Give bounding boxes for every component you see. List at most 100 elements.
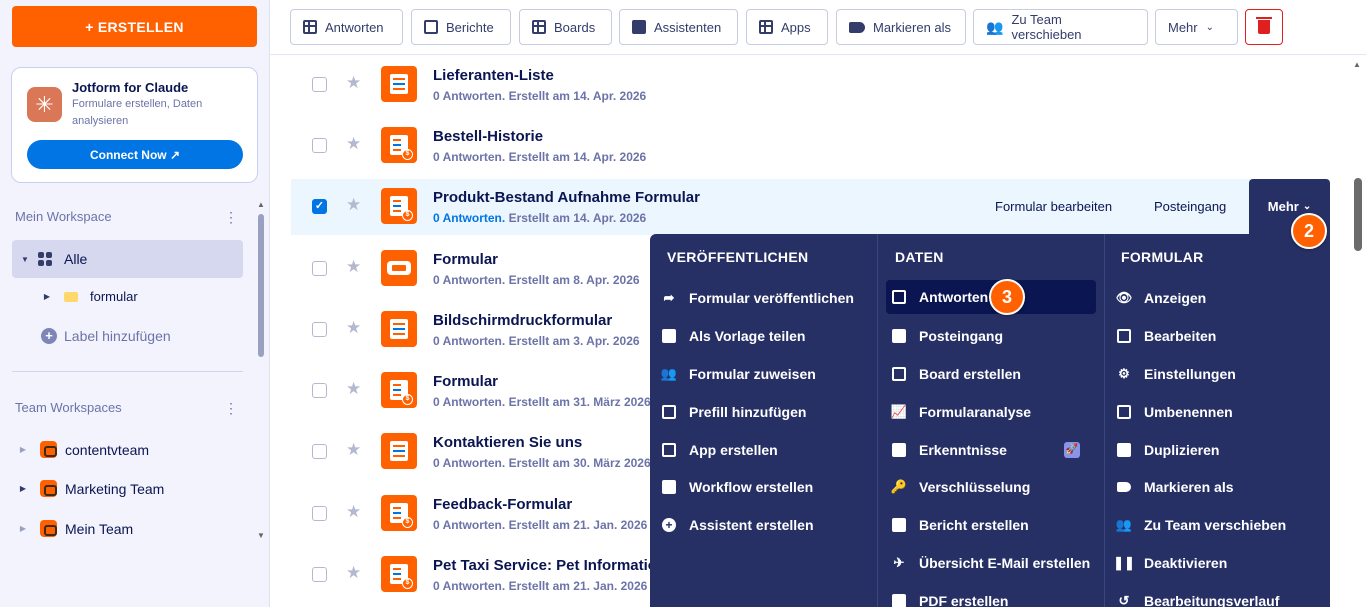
caret-right-icon[interactable]: ▶ xyxy=(42,292,52,301)
caret-right-icon[interactable]: ▶ xyxy=(18,524,28,533)
row-checkbox[interactable] xyxy=(312,77,327,92)
chevron-down-icon: ⌄ xyxy=(1302,201,1312,212)
form-responses: 0 Antworten. xyxy=(433,273,506,287)
row-checkbox-checked[interactable]: ✓ xyxy=(312,199,327,214)
boards-button[interactable]: Boards xyxy=(519,9,612,45)
page-scroll-up-icon[interactable]: ▲ xyxy=(1353,60,1361,69)
edit-form-button[interactable]: Formular bearbeiten xyxy=(995,199,1112,214)
caret-right-icon[interactable]: ▶ xyxy=(18,445,28,454)
row-checkbox[interactable] xyxy=(312,383,327,398)
delete-button[interactable] xyxy=(1245,9,1283,45)
workspace-all-label: Alle xyxy=(64,251,88,267)
menu-item-duplicate[interactable]: Duplizieren xyxy=(1117,433,1219,467)
menu-item-move-to-team[interactable]: 👥 Zu Team verschieben xyxy=(1116,508,1287,542)
team-item[interactable]: ▶ Marketing Team xyxy=(18,480,164,497)
menu-item-insights[interactable]: Erkenntnisse 🚀 xyxy=(892,433,1092,467)
star-icon[interactable]: ★ xyxy=(346,563,361,583)
add-label-button[interactable]: + Label hinzufügen xyxy=(41,328,171,344)
caret-down-icon[interactable]: ▼ xyxy=(20,255,30,264)
connect-now-button[interactable]: Connect Now ↗ xyxy=(27,140,243,169)
menu-item-publish-form[interactable]: ➦ Formular veröffentlichen xyxy=(662,281,854,315)
responses-button[interactable]: Antworten xyxy=(290,9,403,45)
row-checkbox[interactable] xyxy=(312,261,327,276)
form-title[interactable]: Lieferanten-Liste xyxy=(433,67,554,84)
menu-item-create-assistant[interactable]: + Assistent erstellen xyxy=(662,508,814,542)
star-icon[interactable]: ★ xyxy=(346,379,361,399)
form-meta: 0 Antworten. Erstellt am 30. März 2026 xyxy=(433,456,651,470)
create-button[interactable]: + ERSTELLEN xyxy=(12,6,257,47)
star-icon[interactable]: ★ xyxy=(346,318,361,338)
menu-item-label: Bearbeiten xyxy=(1144,328,1217,344)
menu-item-create-pdf[interactable]: PDF erstellen xyxy=(892,584,1008,607)
form-responses-link[interactable]: 0 Antworten. xyxy=(433,211,505,225)
apps-button[interactable]: Apps xyxy=(746,9,828,45)
assistants-button[interactable]: Assistenten xyxy=(619,9,738,45)
form-title[interactable]: Kontaktieren Sie uns xyxy=(433,434,582,451)
form-row-selected[interactable]: ✓ ★ $ Produkt-Bestand Aufnahme Formular … xyxy=(291,179,1330,235)
star-icon[interactable]: ★ xyxy=(346,257,361,277)
form-title[interactable]: Produkt-Bestand Aufnahme Formular xyxy=(433,189,700,206)
star-icon[interactable]: ★ xyxy=(346,195,361,215)
row-checkbox[interactable] xyxy=(312,322,327,337)
menu-item-deactivate[interactable]: ❚❚ Deaktivieren xyxy=(1113,546,1227,580)
menu-item-revision-history[interactable]: ↺ Bearbeitungsverlauf xyxy=(1117,584,1280,607)
menu-item-create-report[interactable]: Bericht erstellen xyxy=(892,508,1029,542)
star-icon[interactable]: ★ xyxy=(346,502,361,522)
menu-item-label: App erstellen xyxy=(689,442,778,458)
menu-item-form-analytics[interactable]: 📈 Formularanalyse xyxy=(891,395,1031,429)
form-title[interactable]: Feedback-Formular xyxy=(433,496,572,513)
step-marker-3: 3 xyxy=(989,279,1025,315)
form-title[interactable]: Bestell-Historie xyxy=(433,128,543,145)
sidebar-scrollbar[interactable] xyxy=(258,214,264,357)
menu-item-prefill[interactable]: Prefill hinzufügen xyxy=(662,395,806,429)
form-title[interactable]: Formular xyxy=(433,373,498,390)
menu-item-settings[interactable]: ⚙ Einstellungen xyxy=(1117,357,1236,391)
scroll-up-icon[interactable]: ▲ xyxy=(257,200,265,209)
star-icon[interactable]: ★ xyxy=(346,134,361,154)
team-item[interactable]: ▶ contentvteam xyxy=(18,441,149,458)
row-checkbox[interactable] xyxy=(312,506,327,521)
form-row[interactable]: ★ $ Bestell-Historie 0 Antworten. Erstel… xyxy=(291,118,1329,173)
row-checkbox[interactable] xyxy=(312,138,327,153)
form-icon xyxy=(381,311,417,347)
my-workspace-menu-icon[interactable]: ⋮ xyxy=(224,210,238,224)
workspace-all-item[interactable]: ▼ Alle xyxy=(12,240,243,278)
team-workspaces-menu-icon[interactable]: ⋮ xyxy=(224,401,238,415)
inbox-button[interactable]: Posteingang xyxy=(1154,199,1226,214)
folder-item[interactable]: ▶ formular xyxy=(42,289,138,304)
history-icon: ↺ xyxy=(1118,593,1130,607)
menu-item-inbox[interactable]: Posteingang xyxy=(892,319,1003,353)
form-title[interactable]: Bildschirmdruckformular xyxy=(433,312,612,329)
menu-item-view[interactable]: 👁 Anzeigen xyxy=(1116,281,1206,315)
page-scrollbar[interactable] xyxy=(1354,178,1362,251)
star-icon[interactable]: ★ xyxy=(346,73,361,93)
form-title[interactable]: Formular xyxy=(433,251,498,268)
more-button[interactable]: Mehr ⌄ xyxy=(1155,9,1238,45)
menu-item-mark-as[interactable]: Markieren als xyxy=(1117,470,1234,504)
reports-button[interactable]: Berichte xyxy=(411,9,511,45)
menu-item-rename[interactable]: Umbenennen xyxy=(1117,395,1233,429)
menu-item-create-board[interactable]: Board erstellen xyxy=(892,357,1021,391)
scroll-down-icon[interactable]: ▼ xyxy=(257,531,265,540)
menu-item-assign-form[interactable]: 👥 Formular zuweisen xyxy=(661,357,816,391)
menu-item-create-workflow[interactable]: Workflow erstellen xyxy=(662,470,813,504)
caret-right-icon[interactable]: ▶ xyxy=(18,484,28,493)
menu-item-label: Zu Team verschieben xyxy=(1144,517,1287,533)
data-heading: DATEN xyxy=(895,249,944,265)
menu-item-create-app[interactable]: App erstellen xyxy=(662,433,778,467)
menu-item-share-template[interactable]: Als Vorlage teilen xyxy=(662,319,805,353)
menu-item-create-email-digest[interactable]: ✈ Übersicht E-Mail erstellen xyxy=(892,546,1091,580)
mark-as-button[interactable]: Markieren als xyxy=(836,9,966,45)
menu-item-encryption[interactable]: 🔑 Verschlüsselung xyxy=(891,470,1030,504)
form-row[interactable]: ★ Lieferanten-Liste 0 Antworten. Erstell… xyxy=(291,57,1329,112)
folder-icon xyxy=(64,291,78,302)
toolbar: Antworten Berichte Boards Assistenten Ap… xyxy=(270,0,1366,55)
team-item[interactable]: ▶ Mein Team xyxy=(18,520,133,537)
move-to-team-button[interactable]: 👥 Zu Team verschieben xyxy=(973,9,1148,45)
mark-as-label: Markieren als xyxy=(873,19,952,35)
menu-item-edit[interactable]: Bearbeiten xyxy=(1117,319,1216,353)
row-checkbox[interactable] xyxy=(312,567,327,582)
form-title[interactable]: Pet Taxi Service: Pet Information xyxy=(433,557,666,574)
row-checkbox[interactable] xyxy=(312,444,327,459)
star-icon[interactable]: ★ xyxy=(346,440,361,460)
